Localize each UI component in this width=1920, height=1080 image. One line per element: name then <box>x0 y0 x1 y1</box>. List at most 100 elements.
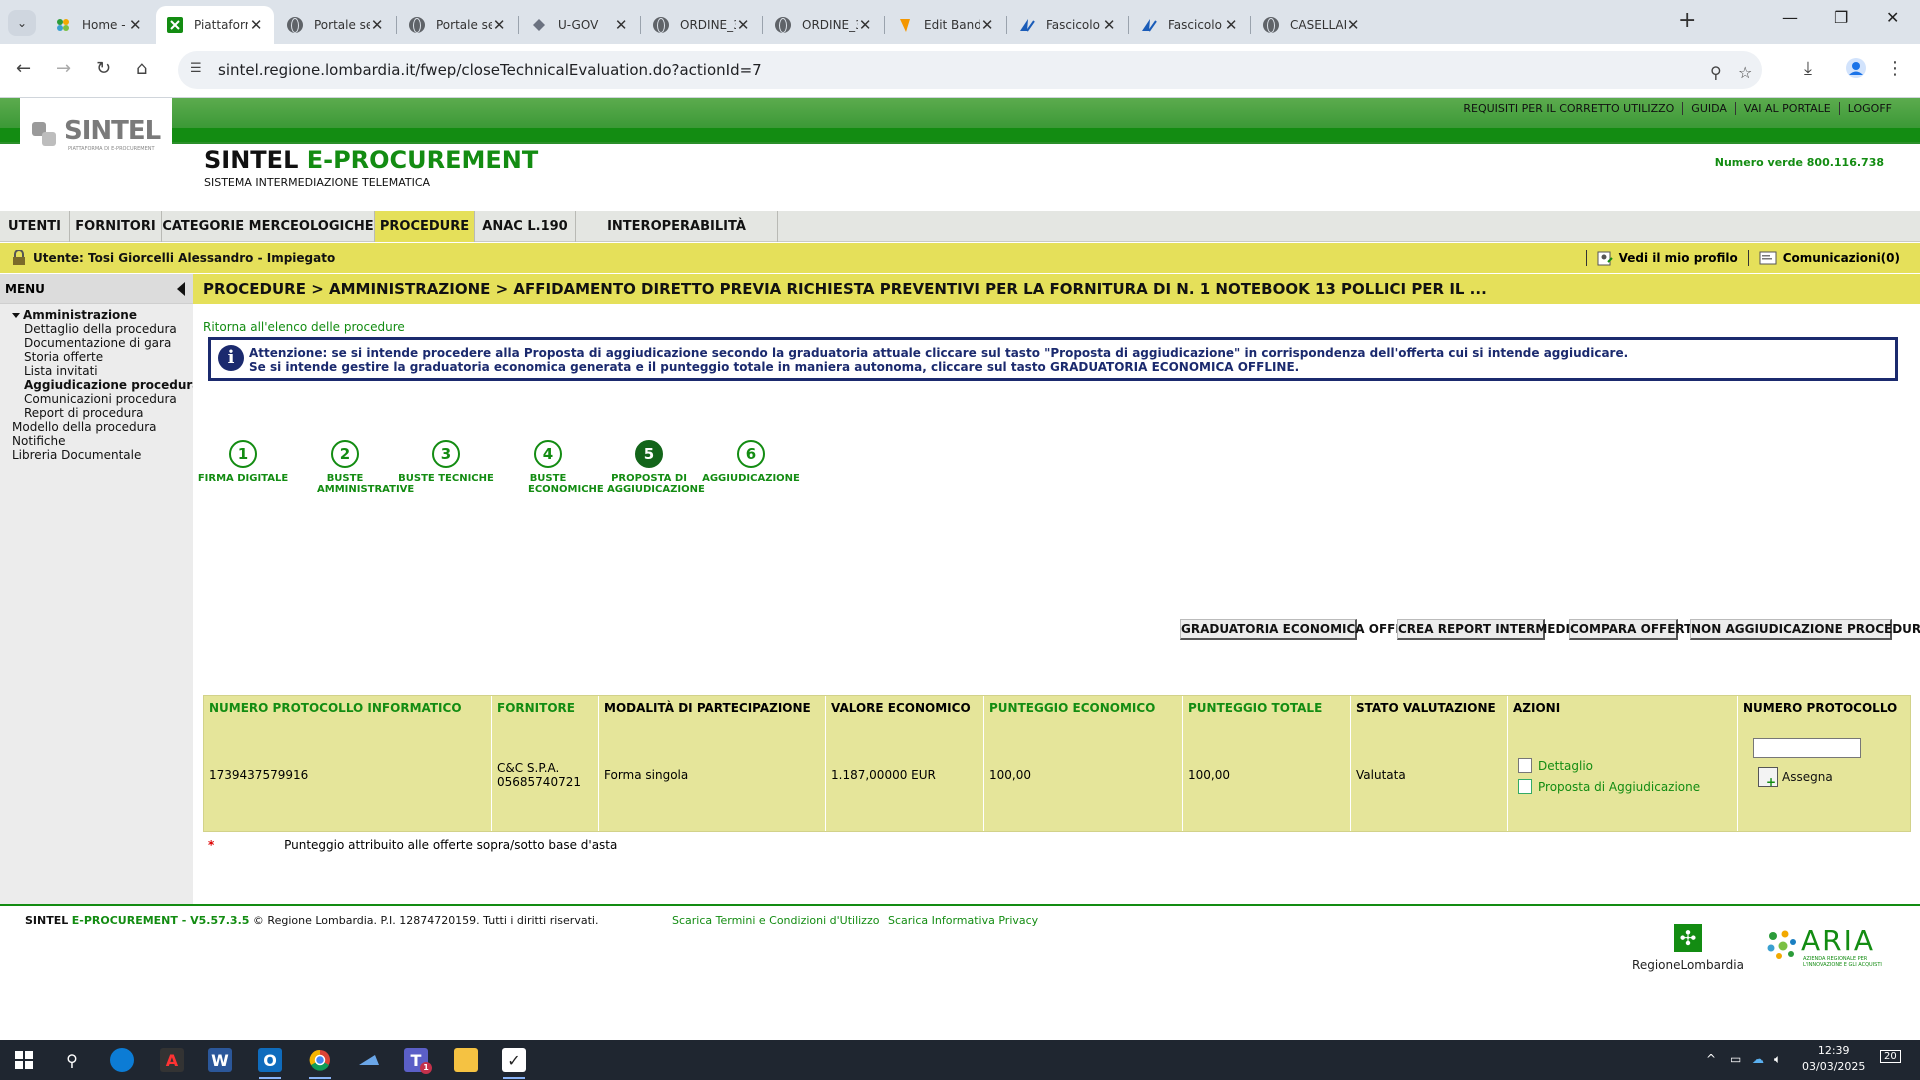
search-icon[interactable]: ⚲ <box>60 1048 84 1072</box>
crea-report-button[interactable]: CREA REPORT INTERMEDIO <box>1397 619 1580 640</box>
link-logoff[interactable]: LOGOFF <box>1838 102 1900 115</box>
close-icon[interactable]: ✕ <box>1224 16 1238 34</box>
tray-chevron-icon[interactable]: ^ <box>1706 1052 1716 1066</box>
step-aggiudicazione[interactable]: 6 AGGIUDICAZIONE <box>701 440 801 484</box>
acrobat-icon[interactable]: A <box>160 1048 184 1072</box>
close-icon[interactable]: ✕ <box>248 16 264 34</box>
close-icon[interactable]: ✕ <box>492 16 506 34</box>
system-clock[interactable]: 12:39 03/03/2025 <box>1802 1043 1865 1075</box>
sidebar-item-lista-invitati[interactable]: Lista invitati <box>0 364 193 378</box>
close-icon[interactable]: ✕ <box>129 16 142 34</box>
restore-icon[interactable]: ❐ <box>1834 8 1848 27</box>
close-icon[interactable]: ✕ <box>614 16 628 34</box>
link-requisiti[interactable]: REQUISITI PER IL CORRETTO UTILIZZO <box>1455 102 1682 115</box>
sidebar-item-aggiudicazione[interactable]: Aggiudicazione procedura <box>0 378 200 392</box>
browser-tab[interactable]: Fascicolo Vir ✕ <box>1130 6 1248 44</box>
link-vai-al-portale[interactable]: VAI AL PORTALE <box>1734 102 1839 115</box>
outlook-icon[interactable]: O <box>258 1048 282 1072</box>
edge-icon[interactable] <box>110 1048 134 1072</box>
sidebar-item-documentazione[interactable]: Documentazione di gara <box>0 336 193 350</box>
communications-link[interactable]: Comunicazioni(0) <box>1783 251 1900 265</box>
browser-menu-icon[interactable]: ⋮ <box>1886 58 1904 79</box>
privacy-link[interactable]: Scarica Informativa Privacy <box>888 914 1038 927</box>
assegna-button[interactable]: Assegna <box>1758 767 1833 789</box>
back-arrow-icon[interactable]: ← <box>16 58 31 79</box>
link-guida[interactable]: GUIDA <box>1682 102 1735 115</box>
nav-fornitori[interactable]: FORNITORI <box>70 211 162 242</box>
collapse-arrow-icon[interactable] <box>177 282 185 296</box>
nav-interoperabilita[interactable]: INTEROPERABILITÀ APPALTI <box>576 211 778 265</box>
close-icon[interactable]: ✕ <box>736 16 750 34</box>
profile-link[interactable]: Vedi il mio profilo <box>1619 251 1738 265</box>
notifications-icon[interactable]: 20 <box>1880 1050 1901 1063</box>
nav-utenti[interactable]: UTENTI <box>0 211 70 242</box>
browser-tab[interactable]: U-GOV ✕ <box>520 6 638 44</box>
dettaglio-link[interactable]: Dettaglio <box>1518 758 1593 773</box>
site-settings-icon[interactable]: ☰ <box>190 61 208 79</box>
url-text[interactable]: sintel.regione.lombardia.it/fwep/closeTe… <box>218 61 762 79</box>
step-buste-economiche[interactable]: 4 BUSTE ECONOMICHE <box>498 440 604 495</box>
close-icon[interactable]: ✕ <box>370 16 384 34</box>
step-buste-tecniche[interactable]: 3 BUSTE TECNICHE <box>396 440 496 484</box>
graduatoria-offline-button[interactable]: GRADUATORIA ECONOMICA OFFLINE <box>1180 619 1426 640</box>
sidebar-item-modello[interactable]: Modello della procedura <box>0 420 193 434</box>
file-explorer-icon[interactable] <box>454 1048 478 1072</box>
sidebar-item-comunicazioni[interactable]: Comunicazioni procedura <box>0 392 193 406</box>
table-header[interactable]: PUNTEGGIO ECONOMICO <box>989 701 1155 715</box>
nav-categorie-merceologiche[interactable]: CATEGORIE MERCEOLOGICHE <box>162 211 375 242</box>
browser-tab[interactable]: Edit Bandi "I ✕ <box>886 6 1004 44</box>
compara-offerte-button[interactable]: COMPARA OFFERTE <box>1569 619 1701 640</box>
browser-tab[interactable]: CASELLARIO ✕ <box>1252 6 1370 44</box>
network-icon[interactable]: ▭ <box>1730 1052 1741 1066</box>
close-icon[interactable]: ✕ <box>980 16 994 34</box>
close-icon[interactable]: ✕ <box>858 16 872 34</box>
table-header[interactable]: NUMERO PROTOCOLLO INFORMATICO <box>209 701 462 715</box>
new-tab-button[interactable]: + <box>1678 8 1696 33</box>
tab-search-button[interactable]: ⌄ <box>8 10 36 36</box>
step-buste-amministrative[interactable]: 2 BUSTE AMMINISTRATIVE <box>295 440 414 495</box>
home-icon[interactable]: ⌂ <box>136 58 147 79</box>
table-header[interactable]: PUNTEGGIO TOTALE <box>1188 701 1322 715</box>
window-close-icon[interactable]: ✕ <box>1886 8 1899 27</box>
sidebar-item-report[interactable]: Report di procedura <box>0 406 193 420</box>
close-icon[interactable]: ✕ <box>1102 16 1116 34</box>
step-firma-digitale[interactable]: 1 FIRMA DIGITALE <box>193 440 293 484</box>
back-to-list-link[interactable]: Ritorna all'elenco delle procedure <box>203 320 405 334</box>
browser-tab[interactable]: ORDINE_375 ✕ <box>764 6 882 44</box>
browser-tab[interactable]: Fascicolo vir ✕ <box>1008 6 1126 44</box>
word-icon[interactable]: W <box>208 1048 232 1072</box>
sintel-logo[interactable]: SINTEL PIATTAFORMA DI E-PROCUREMENT <box>20 98 172 174</box>
browser-tab[interactable]: ORDINE_375 ✕ <box>642 6 760 44</box>
chrome-icon[interactable] <box>308 1048 332 1072</box>
browser-tab[interactable]: Portale servi ✕ <box>276 6 394 44</box>
browser-tab[interactable]: Portale servi ✕ <box>398 6 516 44</box>
sidebar-item-libreria[interactable]: Libreria Documentale <box>0 448 193 462</box>
mail-app-icon[interactable] <box>356 1048 380 1072</box>
terms-link[interactable]: Scarica Termini e Condizioni d'Utilizzo <box>672 914 879 927</box>
sidebar-item-storia-offerte[interactable]: Storia offerte <box>0 350 193 364</box>
numero-protocollo-input[interactable] <box>1753 738 1861 758</box>
profile-avatar-icon[interactable] <box>1846 58 1866 83</box>
sidebar-item-dettaglio[interactable]: Dettaglio della procedura <box>0 322 193 336</box>
proposta-aggiudicazione-link[interactable]: Proposta di Aggiudicazione <box>1518 779 1700 794</box>
sidebar-item-amministrazione[interactable]: Amministrazione <box>0 308 193 322</box>
sidebar-item-notifiche[interactable]: Notifiche <box>0 434 193 448</box>
browser-tab[interactable]: Home - ARIA ✕ <box>44 6 152 44</box>
windows-start-icon[interactable] <box>12 1048 36 1072</box>
close-icon[interactable]: ✕ <box>1346 16 1360 34</box>
nav-procedure[interactable]: PROCEDURE <box>375 211 475 242</box>
nav-anac[interactable]: ANAC L.190 <box>475 211 576 242</box>
reload-icon[interactable]: ↻ <box>96 58 111 79</box>
onedrive-icon[interactable]: ☁ <box>1752 1052 1764 1066</box>
volume-icon[interactable]: 🔈︎ <box>1774 1052 1781 1067</box>
zoom-icon[interactable]: ⚲ <box>1710 63 1722 82</box>
notepad-icon[interactable]: ✓ <box>502 1048 526 1072</box>
step-proposta-aggiudicazione[interactable]: 5 PROPOSTA DI AGGIUDICAZIONE <box>599 440 705 495</box>
bookmark-star-icon[interactable]: ☆ <box>1738 63 1752 82</box>
download-icon[interactable]: ⤓ <box>1804 58 1812 79</box>
browser-tab-active[interactable]: Piattaforma ✕ <box>156 6 274 44</box>
teams-icon[interactable]: T1 <box>404 1048 432 1074</box>
non-aggiudicazione-button[interactable]: NON AGGIUDICAZIONE PROCEDURA <box>1690 619 1920 640</box>
table-header[interactable]: FORNITORE <box>497 701 575 715</box>
minimize-icon[interactable]: — <box>1782 8 1798 27</box>
